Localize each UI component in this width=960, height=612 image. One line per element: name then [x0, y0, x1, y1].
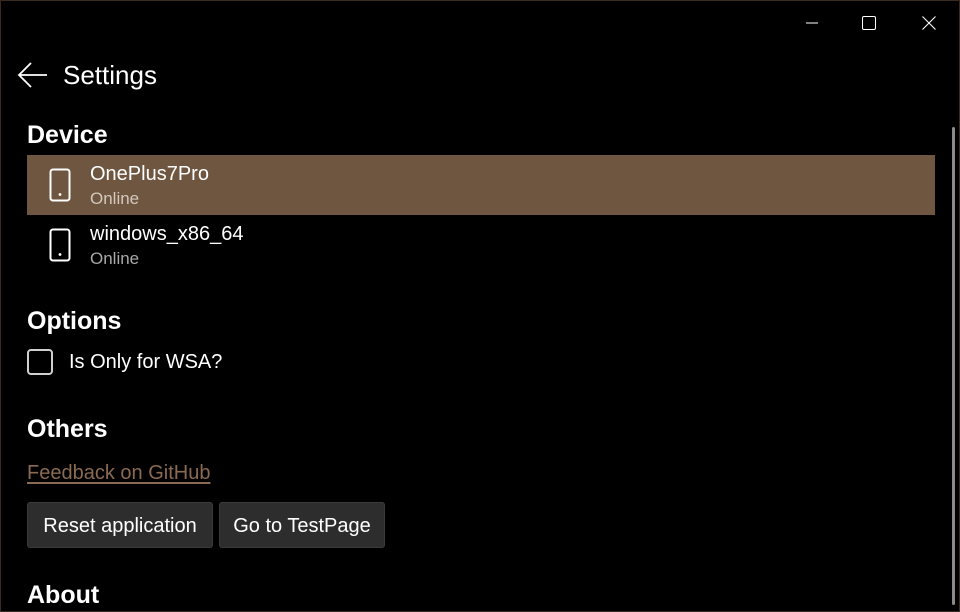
page-title: Settings — [63, 60, 157, 90]
maximize-button[interactable] — [849, 5, 889, 41]
phone-icon — [49, 228, 71, 262]
device-name: OnePlus7Pro — [90, 163, 209, 185]
maximize-icon — [862, 16, 876, 30]
device-status: Online — [90, 189, 140, 208]
options-section-title: Options — [27, 307, 122, 335]
device-status: Online — [90, 249, 140, 268]
others-section-title: Others — [27, 415, 108, 443]
wsa-only-checkbox-row[interactable]: Is Only for WSA? — [27, 347, 222, 377]
minimize-button[interactable] — [792, 5, 832, 41]
device-item-oneplus7pro[interactable]: OnePlus7Pro Online — [27, 155, 935, 215]
about-section-title: About — [27, 581, 100, 609]
go-to-testpage-button[interactable]: Go to TestPage — [219, 502, 385, 548]
vertical-scrollbar[interactable] — [952, 127, 955, 605]
wsa-only-checkbox[interactable] — [27, 349, 53, 375]
device-name: windows_x86_64 — [90, 223, 244, 245]
app-window: Settings Device OnePlus7Pro Online windo… — [0, 0, 960, 612]
device-section-title: Device — [27, 121, 108, 149]
reset-application-button[interactable]: Reset application — [27, 502, 213, 548]
wsa-only-checkbox-label[interactable]: Is Only for WSA? — [69, 350, 222, 374]
back-arrow-icon — [17, 62, 47, 88]
phone-icon — [49, 168, 71, 202]
device-item-windows-x86-64[interactable]: windows_x86_64 Online — [27, 215, 935, 275]
feedback-github-link[interactable]: Feedback on GitHub — [27, 461, 210, 485]
minimize-icon — [806, 22, 818, 24]
close-button[interactable] — [909, 5, 949, 41]
close-icon — [922, 16, 936, 30]
back-button[interactable] — [13, 55, 53, 95]
